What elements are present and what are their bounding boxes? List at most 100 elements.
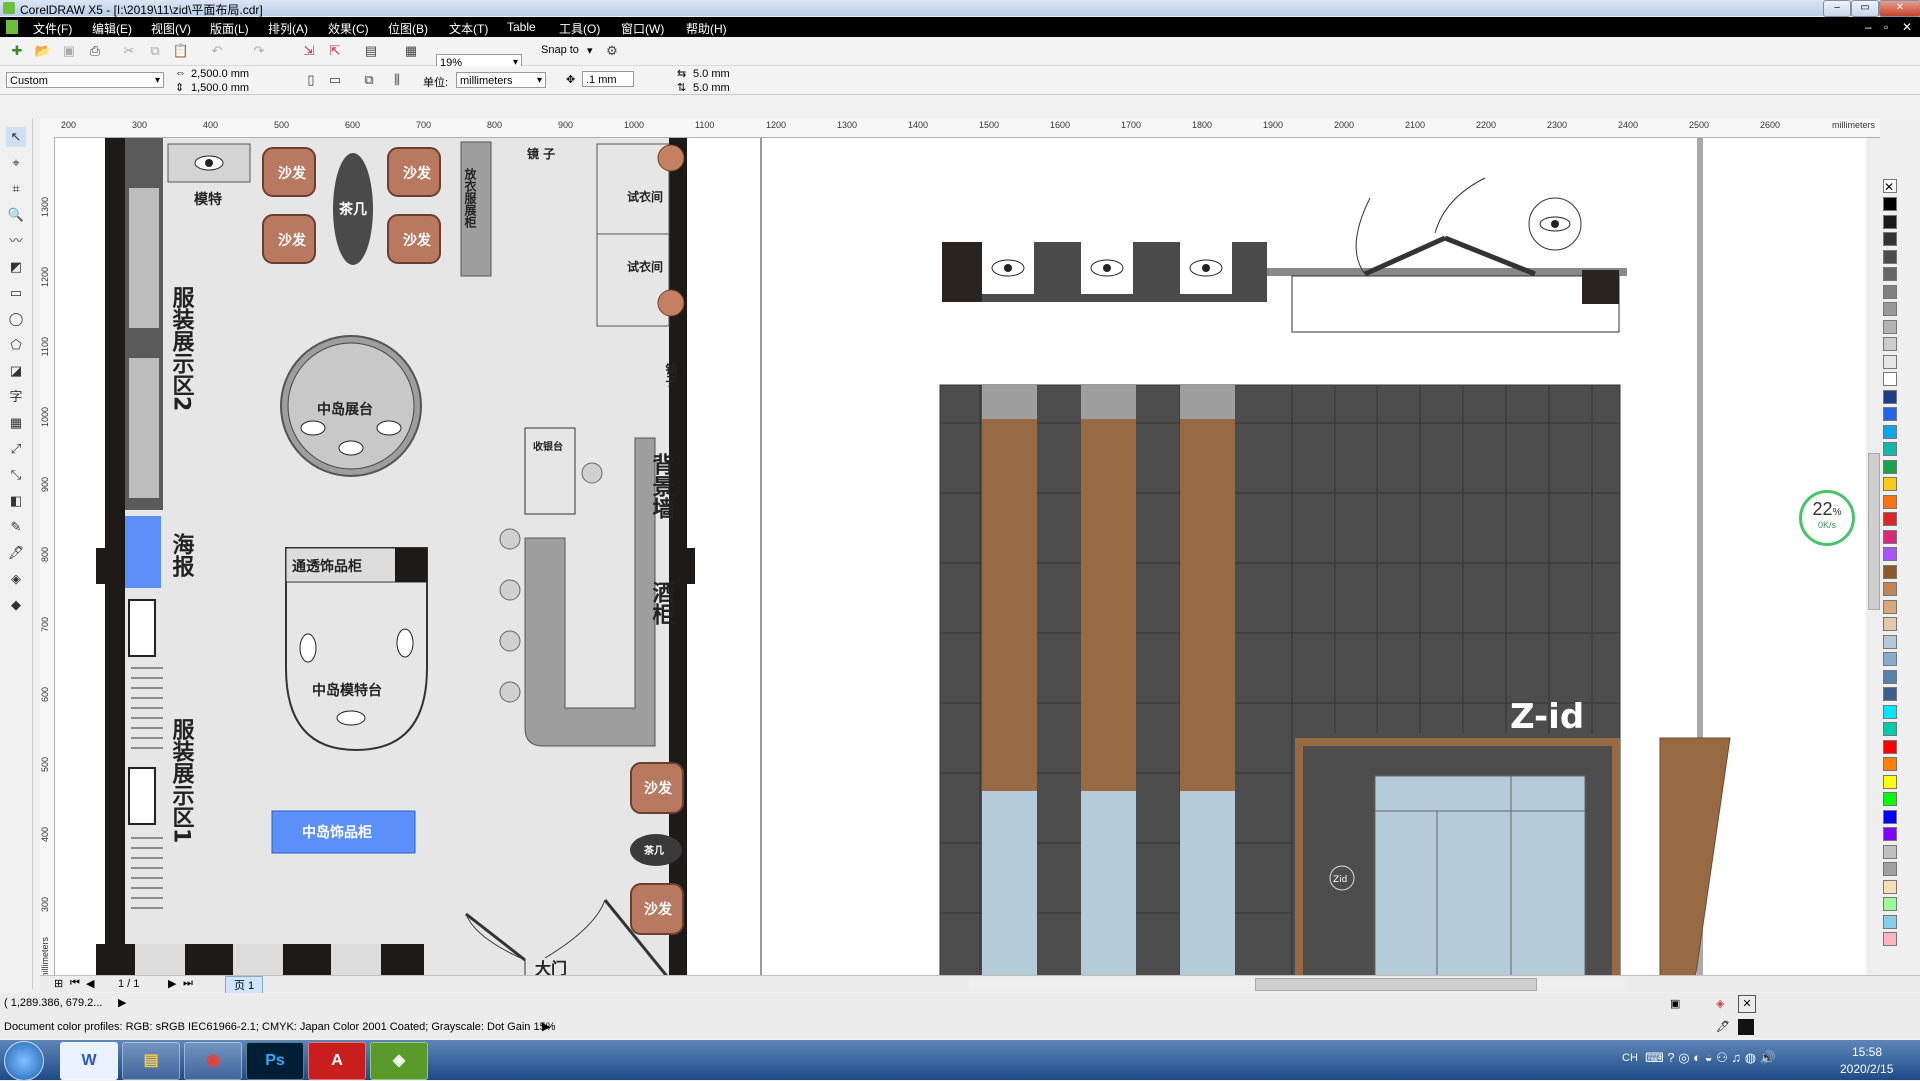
prev-page-icon[interactable]: ◀	[86, 977, 94, 990]
redo-icon[interactable]: ↷	[250, 42, 268, 60]
vertical-scrollbar[interactable]	[1866, 138, 1880, 980]
color-swatch[interactable]	[1883, 197, 1897, 211]
menu-edit[interactable]: 编辑(E)	[92, 20, 132, 37]
table-tool-icon[interactable]: ▦	[6, 413, 26, 433]
menu-help[interactable]: 帮助(H)	[686, 20, 727, 37]
options-icon[interactable]: ⚙	[603, 42, 621, 60]
color-profiles[interactable]: Document color profiles: RGB: sRGB IEC61…	[4, 1021, 555, 1033]
horizontal-scrollbar[interactable]	[970, 978, 1625, 991]
color-swatch[interactable]	[1883, 897, 1897, 911]
page-height-field[interactable]: 1,500.0 mm	[188, 80, 268, 96]
current-page-icon[interactable]: ⫼	[388, 71, 406, 89]
zoom-tool-icon[interactable]: 🔍	[6, 205, 26, 225]
next-page-icon[interactable]: ▶	[168, 977, 176, 990]
print-icon[interactable]: ⎙	[86, 42, 104, 60]
language-indicator[interactable]: CH	[1622, 1052, 1638, 1064]
outline-tool-icon[interactable]: 🖋	[6, 543, 26, 563]
no-color-swatch[interactable]: ✕	[1883, 179, 1897, 194]
color-swatch[interactable]	[1883, 389, 1897, 404]
menu-text[interactable]: 文本(T)	[449, 20, 488, 37]
undo-icon[interactable]: ↶	[208, 42, 226, 60]
page-preset-select[interactable]: Custom	[6, 72, 164, 89]
horizontal-scroll-thumb[interactable]	[1255, 978, 1537, 991]
minimize-button[interactable]: –	[1823, 0, 1851, 17]
network-speed-widget[interactable]: 22% 0K/s	[1799, 490, 1855, 546]
vertical-ruler[interactable]: 1300 1200 1100 1000 900 800 700 600 500 …	[40, 137, 55, 980]
paste-icon[interactable]: 📋	[172, 42, 190, 60]
tray-icons[interactable]: ⌨ ? ◎ ◐ ◒ ⚇ ♫ ◍ 🔊	[1645, 1050, 1776, 1066]
pick-tool-icon[interactable]: ↖	[6, 127, 26, 147]
color-swatch[interactable]	[1883, 477, 1897, 491]
color-swatch[interactable]	[1883, 932, 1897, 946]
color-swatch[interactable]	[1883, 232, 1897, 246]
explorer-taskbar-icon[interactable]: ▤	[122, 1042, 180, 1080]
doc-minimize-button[interactable]: –	[1865, 20, 1872, 34]
copy-icon[interactable]: ⧉	[146, 42, 164, 60]
welcome-icon[interactable]: ▦	[402, 42, 420, 60]
snap-to-arrow-icon[interactable]: ▾	[587, 44, 593, 57]
doc-close-button[interactable]: ✕	[1902, 20, 1912, 34]
text-tool-icon[interactable]: 字	[6, 387, 26, 407]
horizontal-ruler[interactable]: 200 300 400 500 600 700 800 900 1000 110…	[40, 119, 1880, 138]
doc-restore-button[interactable]: ▫	[1884, 20, 1888, 34]
portrait-icon[interactable]: ▯	[302, 71, 320, 89]
landscape-icon[interactable]: ▭	[326, 71, 344, 89]
export-icon[interactable]: ⇱	[326, 42, 344, 60]
menu-bitmaps[interactable]: 位图(B)	[388, 20, 428, 37]
save-icon[interactable]: ▣	[60, 42, 78, 60]
units-select[interactable]: millimeters	[456, 72, 546, 89]
color-swatch[interactable]	[1883, 512, 1897, 526]
page-tab[interactable]: 页 1	[225, 976, 264, 994]
first-page-icon[interactable]: ⏮	[70, 977, 80, 990]
word-taskbar-icon[interactable]: W	[60, 1042, 118, 1080]
menu-file[interactable]: 文件(F)	[33, 20, 72, 37]
color-swatch[interactable]	[1883, 862, 1897, 876]
dimension-tool-icon[interactable]: ⤢	[6, 439, 26, 459]
color-swatch[interactable]	[1883, 267, 1897, 281]
color-swatch[interactable]	[1883, 652, 1897, 666]
color-swatch[interactable]	[1883, 319, 1897, 334]
menu-arrange[interactable]: 排列(A)	[268, 20, 308, 37]
dup-y-field[interactable]: 5.0 mm	[690, 80, 770, 96]
color-swatch[interactable]	[1883, 372, 1897, 386]
maximize-button[interactable]: ▭	[1851, 0, 1879, 17]
outline-indicator-icon[interactable]: 🖊	[1716, 1020, 1730, 1033]
vertical-scroll-thumb[interactable]	[1868, 453, 1880, 610]
snapshot-icon[interactable]: ▣	[1670, 997, 1680, 1010]
shape-tool-icon[interactable]: ⌖	[6, 153, 26, 173]
all-pages-icon[interactable]: ⧉	[360, 71, 378, 89]
photoshop-taskbar-icon[interactable]: Ps	[246, 1042, 304, 1080]
polygon-tool-icon[interactable]: ⬠	[6, 335, 26, 355]
crop-tool-icon[interactable]: ⌗	[6, 179, 26, 199]
cut-icon[interactable]: ✂	[120, 42, 138, 60]
last-page-icon[interactable]: ⏭	[183, 977, 193, 990]
import-icon[interactable]: ⇲	[300, 42, 318, 60]
color-swatch[interactable]	[1883, 494, 1897, 509]
eyedropper-tool-icon[interactable]: ✎	[6, 517, 26, 537]
autocad-taskbar-icon[interactable]: A	[308, 1042, 366, 1080]
color-swatch[interactable]	[1883, 617, 1897, 631]
menu-tools[interactable]: 工具(O)	[559, 20, 600, 37]
start-button[interactable]	[4, 1041, 44, 1081]
coreldraw-taskbar-icon[interactable]: ◈	[370, 1042, 428, 1080]
color-swatch[interactable]	[1883, 547, 1897, 561]
color-swatch[interactable]	[1883, 424, 1897, 439]
rectangle-tool-icon[interactable]: ▭	[6, 283, 26, 303]
color-swatch[interactable]	[1883, 582, 1897, 596]
basic-shapes-icon[interactable]: ◪	[6, 361, 26, 381]
snap-to-dropdown[interactable]: Snap to	[541, 44, 579, 56]
add-page-icon[interactable]: ⊞	[54, 977, 63, 990]
color-swatch[interactable]	[1883, 757, 1897, 771]
blend-tool-icon[interactable]: ◧	[6, 491, 26, 511]
color-swatch[interactable]	[1883, 337, 1897, 351]
publish-icon[interactable]: ▤	[362, 42, 380, 60]
color-swatch[interactable]	[1883, 774, 1897, 789]
menu-window[interactable]: 窗口(W)	[621, 20, 664, 37]
outline-color-swatch[interactable]	[1738, 1019, 1754, 1035]
ellipse-tool-icon[interactable]: ◯	[6, 309, 26, 329]
menu-layout[interactable]: 版面(L)	[210, 20, 249, 37]
no-fill-icon[interactable]: ✕	[1738, 995, 1756, 1013]
chrome-taskbar-icon[interactable]: ◉	[184, 1042, 242, 1080]
drawing-canvas[interactable]: 模特 沙发 沙发 沙发 沙发 茶几 放衣服展柜 镜 子 试衣间 试衣间 服装展示…	[55, 138, 1880, 980]
smart-fill-icon[interactable]: ◩	[6, 257, 26, 277]
